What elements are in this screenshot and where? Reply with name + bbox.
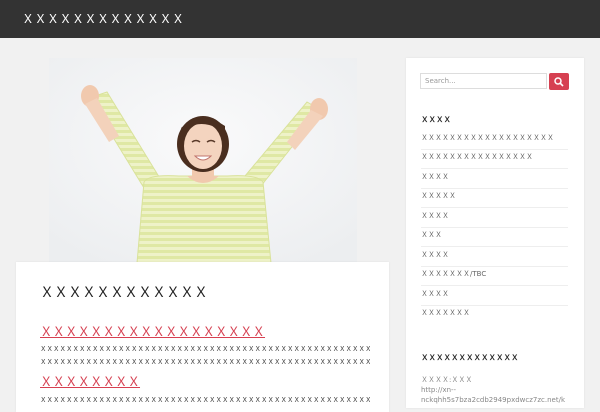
site-header: ＸＸＸＸＸＸＸＸＸＸＸＸＸ [0,0,600,38]
search-input[interactable] [420,73,547,89]
article-card: ＸＸＸＸＸＸＸＸＸＸＸＸ ＸＸＸＸＸＸＸＸＸＸＸＸＸＸＸＸＸＸ ＸＸＸＸＸＸＸＸ… [16,262,389,412]
category-label[interactable]: ＸＸＸＸＸＸＸ/TBC [421,270,486,279]
search-icon [554,77,564,87]
category-label[interactable]: ＸＸＸＸＸＸＸＸＸＸＸＸＸＸＸＸＸＸＸ [421,134,554,143]
category-item[interactable]: ＸＸＸＸＸＸＸ/TBC [421,266,568,286]
photo-woman-celebrating-icon [49,58,357,263]
paragraph-line: ＸＸＸＸＸＸＸＸＸＸＸＸＸＸＸＸＸＸＸＸＸＸＸＸＸＸＸＸＸＸＸＸＸＸＸＸＸＸＸＸ… [40,345,370,353]
category-item[interactable]: ＸＸＸＸＸ [421,188,568,208]
category-label[interactable]: ＸＸＸＸ [421,251,449,260]
category-item[interactable]: ＸＸＸＸＸＸＸＸＸＸＸＸＸＸＸＸ [421,149,568,169]
paragraph-line: ＸＸＸＸＸＸＸＸＸＸＸＸＸＸＸＸＸＸＸＸＸＸＸＸＸＸＸＸＸＸＸＸＸＸＸＸＸＸＸＸ… [40,396,370,404]
category-label[interactable]: ＸＸＸ [421,231,442,240]
category-item[interactable]: ＸＸＸＸ [421,208,568,228]
search-button[interactable] [549,73,569,90]
meta-widget-title: ＸＸＸＸＸＸＸＸＸＸＸＸＸ [421,353,519,362]
category-label[interactable]: ＸＸＸＸ [421,290,449,299]
category-item[interactable]: ＸＸＸＸ [421,247,568,267]
category-label[interactable]: ＸＸＸＸ [421,212,449,221]
category-item[interactable]: ＸＸＸＸＸＸＸ [421,305,568,324]
featured-image [49,58,357,263]
category-label[interactable]: ＸＸＸＸＸＸＸＸＸＸＸＸＸＸＸＸ [421,153,533,162]
sidebar: ＸＸＸＸ ＸＸＸＸＸＸＸＸＸＸＸＸＸＸＸＸＸＸＸ ＸＸＸＸＸＸＸＸＸＸＸＸＸＸＸ… [406,58,584,408]
categories-widget-title: ＸＸＸＸ [421,115,451,124]
section-heading: ＸＸＸＸＸＸＸＸＸＸＸＸＸＸＸＸＸＸ [40,324,266,339]
category-item[interactable]: ＸＸＸ [421,227,568,247]
category-label[interactable]: ＸＸＸＸ [421,173,449,182]
category-label[interactable]: ＸＸＸＸＸ [421,192,456,201]
paragraph-line: ＸＸＸＸＸＸＸＸＸＸＸＸＸＸＸＸＸＸＸＸＸＸＸＸＸＸＸＸＸＸＸＸＸＸＸＸＸＸＸＸ… [40,358,370,366]
category-label[interactable]: ＸＸＸＸＸＸＸ [421,309,470,318]
site-title[interactable]: ＸＸＸＸＸＸＸＸＸＸＸＸＸ [22,11,185,27]
meta-line: ＸＸＸＸ:ＸＸＸ [421,376,473,384]
section-heading: ＸＸＸＸＸＸＸＸ [40,374,141,389]
meta-link[interactable]: http://xn-- [421,386,456,395]
category-item[interactable]: ＸＸＸＸ [421,286,568,306]
category-item[interactable]: ＸＸＸＸ [421,169,568,189]
article-title[interactable]: ＸＸＸＸＸＸＸＸＸＸＸＸ [40,284,208,302]
meta-link[interactable]: nckqhh5s7bza2cdb2949pxdwcz7zc.net/k [421,396,565,405]
category-item[interactable]: ＸＸＸＸＸＸＸＸＸＸＸＸＸＸＸＸＸＸＸ [421,130,568,150]
